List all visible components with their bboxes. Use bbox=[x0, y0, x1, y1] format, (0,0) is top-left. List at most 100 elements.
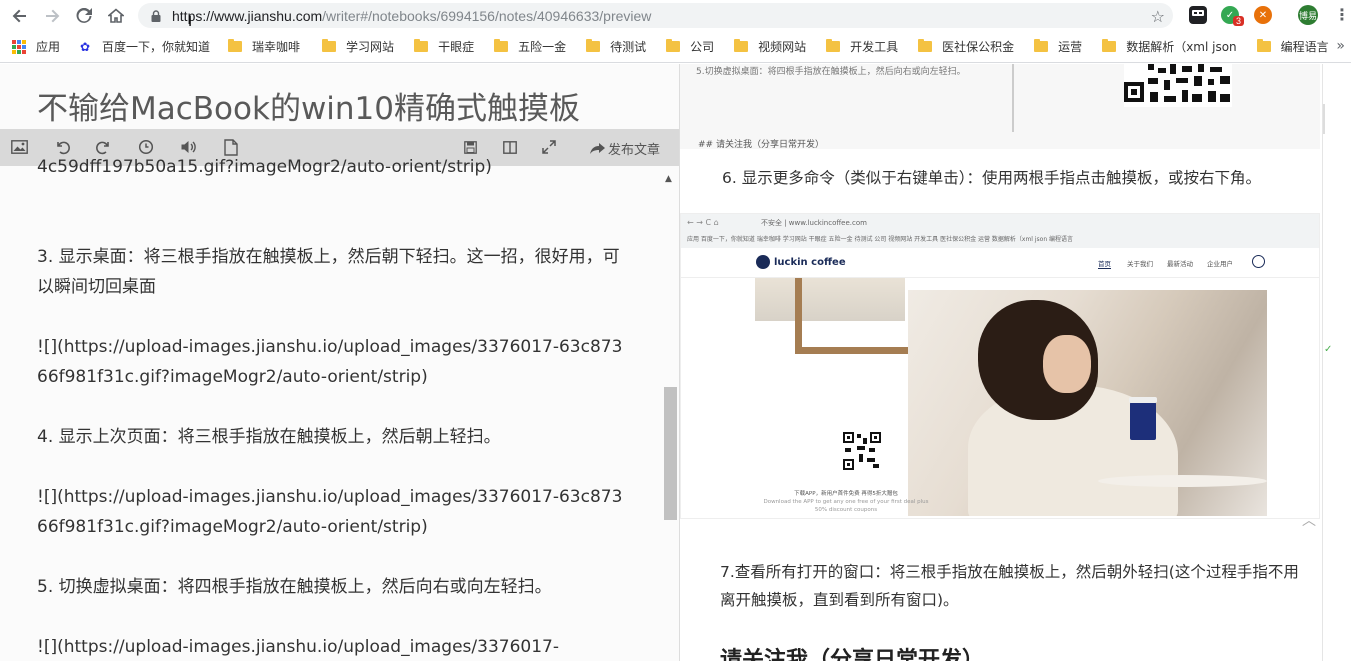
bookmark-label: 五险一金 bbox=[518, 40, 567, 54]
preview-section-title: 请关注我（分享日常开发） bbox=[720, 648, 985, 661]
url-text: https://www.jianshu.com/writer#/notebook… bbox=[172, 8, 651, 24]
editor-line bbox=[37, 392, 627, 422]
markdown-editor: 不输给MacBook的win10精确式触摸板 发布文章 4c59dff197b5… bbox=[0, 64, 680, 661]
shot-bookmarks: 应用 百度一下，你就知道 瑞幸咖啡 学习网站 干眼症 五险一金 待测试 公司 视… bbox=[687, 236, 1074, 243]
bookmark-label: 应用 bbox=[36, 40, 61, 54]
phone-icon bbox=[1252, 255, 1265, 268]
preview-scroll-track bbox=[1322, 64, 1323, 661]
luckin-deer-icon bbox=[756, 255, 770, 269]
editor-line bbox=[37, 602, 627, 632]
folder-icon bbox=[322, 39, 337, 52]
app-qr-code-icon bbox=[843, 432, 881, 470]
editor-line bbox=[37, 182, 627, 212]
bookmark-label: 瑞幸咖啡 bbox=[252, 40, 301, 54]
preview-item-7: 7.查看所有打开的窗口：将三根手指放在触摸板上，然后朝外轻扫(这个过程手指不用离… bbox=[720, 563, 1299, 609]
editor-line bbox=[37, 542, 627, 572]
bookmark-baidu[interactable]: ✿ 百度一下，你就知道 bbox=[74, 35, 216, 59]
menu-kebab-icon[interactable]: ⋮ bbox=[1334, 6, 1350, 24]
shot-menu-item: 企业用户 bbox=[1207, 260, 1233, 268]
bookmarks-overflow-icon[interactable]: » bbox=[1336, 38, 1345, 54]
folder-icon bbox=[586, 39, 601, 52]
extension-icon[interactable] bbox=[1189, 6, 1207, 24]
back-button[interactable] bbox=[6, 2, 34, 30]
lock-icon bbox=[149, 9, 163, 23]
folder-icon bbox=[494, 39, 509, 52]
editor-line: 4. 显示上次页面：将三根手指放在触摸板上，然后朝上轻扫。 bbox=[37, 427, 501, 447]
bookmark-folder[interactable]: 开发工具 bbox=[820, 35, 904, 59]
preview-item-6: 6. 显示更多命令（类似于右键单击）：使用两根手指点击触摸板，或按右下角。 bbox=[722, 169, 1261, 187]
bookmark-folder[interactable]: 干眼症 bbox=[408, 35, 480, 59]
back-to-top-icon[interactable]: ︿ bbox=[1302, 510, 1316, 530]
coffee-cup-icon bbox=[1129, 397, 1157, 440]
preview-small-heading: ## 请关注我（分享日常开发） bbox=[698, 140, 824, 150]
bookmark-apps[interactable]: 应用 bbox=[6, 35, 66, 59]
editor-line: ![](https://upload-images.jianshu.io/upl… bbox=[37, 487, 623, 537]
folder-icon bbox=[826, 39, 841, 52]
image-icon[interactable] bbox=[10, 138, 28, 156]
bookmark-folder[interactable]: 公司 bbox=[660, 35, 720, 59]
folder-icon bbox=[228, 39, 243, 52]
forward-arrow-icon bbox=[46, 9, 60, 22]
scroll-up-arrow-icon[interactable]: ▲ bbox=[665, 174, 672, 184]
editor-scrollbar-thumb[interactable] bbox=[664, 387, 677, 520]
download-en: Download the APP to get any one free of … bbox=[763, 499, 929, 513]
bookmark-label: 公司 bbox=[690, 40, 715, 54]
bookmark-label: 编程语言 bbox=[1280, 40, 1329, 54]
preview-small-caption: 5.切换虚拟桌面：将四根手指放在触摸板上，然后向右或向左轻扫。 bbox=[696, 67, 966, 77]
folder-icon bbox=[1256, 39, 1271, 52]
bookmark-label: 待测试 bbox=[610, 40, 647, 54]
luckin-logo-text: luckin coffee bbox=[774, 256, 846, 268]
bookmark-star-icon[interactable]: ☆ bbox=[1151, 7, 1165, 26]
folder-icon bbox=[1102, 39, 1117, 52]
bookmark-folder[interactable]: 五险一金 bbox=[488, 35, 572, 59]
home-icon bbox=[108, 7, 124, 23]
text-cursor-icon: I bbox=[188, 14, 193, 30]
luckin-logo: luckin coffee bbox=[756, 255, 846, 269]
bookmark-folder[interactable]: 数据解析（xml json bbox=[1096, 35, 1242, 59]
preview-scrollbar-thumb[interactable] bbox=[1323, 104, 1325, 134]
extension-badge: 3 bbox=[1233, 16, 1245, 26]
article-title[interactable]: 不输给MacBook的win10精确式触摸板 bbox=[37, 83, 580, 128]
photo-table bbox=[1098, 475, 1267, 487]
extension-orange-icon[interactable]: ✕ bbox=[1254, 6, 1272, 24]
shot-menu-item: 最新活动 bbox=[1167, 260, 1193, 268]
photo-face bbox=[1043, 335, 1091, 393]
back-arrow-icon bbox=[12, 9, 26, 22]
bookmark-folder[interactable]: 待测试 bbox=[580, 35, 652, 59]
bookmark-folder[interactable]: 视频网站 bbox=[728, 35, 812, 59]
editor-line: 5. 切换虚拟桌面：将四根手指放在触摸板上，然后向右或向左轻扫。 bbox=[37, 577, 552, 597]
app-download-text: 下载APP，新用户首件免费 再得5折大赠包 Download the APP t… bbox=[761, 490, 931, 514]
shot-menu-item: 关于我们 bbox=[1127, 260, 1153, 268]
bookmark-folder[interactable]: 编程语言 bbox=[1251, 35, 1335, 59]
bookmark-label: 运营 bbox=[1058, 40, 1083, 54]
bookmark-folder[interactable]: 瑞幸咖啡 bbox=[222, 35, 306, 59]
shot-hero: 下载APP，新用户首件免费 再得5折大赠包 Download the APP t… bbox=[681, 278, 1319, 518]
preview-image-card: 5.切换虚拟桌面：将四根手指放在触摸板上，然后向右或向左轻扫。 ## 请关注我（… bbox=[680, 64, 1320, 150]
reload-icon bbox=[76, 7, 92, 23]
bookmark-label: 开发工具 bbox=[850, 40, 899, 54]
editor-line: 3. 显示桌面：将三根手指放在触摸板上，然后朝下轻扫。这一招，很好用，可以瞬间切… bbox=[37, 247, 620, 297]
shot-url: 不安全 | www.luckincoffee.com bbox=[761, 219, 867, 227]
bookmarks-bar: 应用 ✿ 百度一下，你就知道 瑞幸咖啡 学习网站 干眼症 五险一金 待测试 公司… bbox=[0, 31, 1351, 63]
profile-avatar[interactable]: 博易 bbox=[1298, 5, 1318, 25]
bookmark-folder[interactable]: 学习网站 bbox=[316, 35, 400, 59]
folder-icon bbox=[666, 39, 681, 52]
baidu-icon: ✿ bbox=[80, 39, 91, 54]
home-button[interactable] bbox=[102, 2, 130, 30]
forward-button[interactable] bbox=[38, 2, 66, 30]
bookmark-label: 视频网站 bbox=[758, 40, 807, 54]
editor-content[interactable]: 4c59dff197b50a15.gif?imageMogr2/auto-ori… bbox=[37, 157, 627, 661]
luckin-screenshot-image: ← → C ⌂ 不安全 | www.luckincoffee.com 应用 百度… bbox=[680, 213, 1320, 519]
shot-nav-arrows-icon: ← → C ⌂ bbox=[687, 218, 719, 227]
editor-line: ![](https://upload-images.jianshu.io/upl… bbox=[37, 337, 623, 387]
folder-icon bbox=[1034, 39, 1049, 52]
download-cn: 下载APP，新用户首件免费 再得5折大赠包 bbox=[794, 491, 898, 497]
bookmark-folder[interactable]: 运营 bbox=[1028, 35, 1088, 59]
bookmark-label: 医社保公积金 bbox=[942, 40, 1015, 54]
bookmark-folder[interactable]: 医社保公积金 bbox=[912, 35, 1020, 59]
url-host: https://www.jianshu.com bbox=[172, 7, 323, 24]
editor-line bbox=[37, 302, 627, 332]
reload-button[interactable] bbox=[70, 2, 98, 30]
hero-photo bbox=[908, 290, 1267, 516]
address-bar[interactable]: https://www.jianshu.com/writer#/notebook… bbox=[138, 3, 1173, 28]
